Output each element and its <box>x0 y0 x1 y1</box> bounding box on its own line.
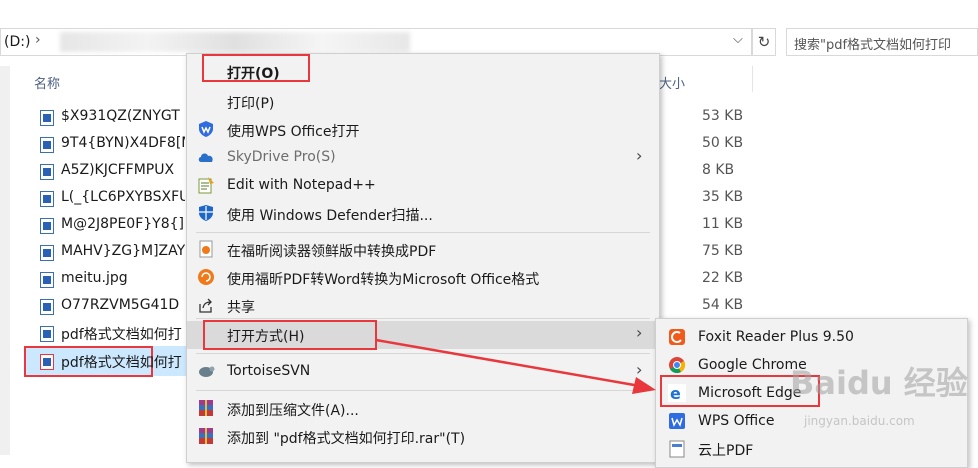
annotation-arrow-head <box>632 377 656 394</box>
baidu-watermark: Baidu 经验 <box>790 364 968 402</box>
annotation-arrow-line <box>375 338 641 388</box>
baidu-watermark-url: jingyan.baidu.com <box>804 414 915 428</box>
